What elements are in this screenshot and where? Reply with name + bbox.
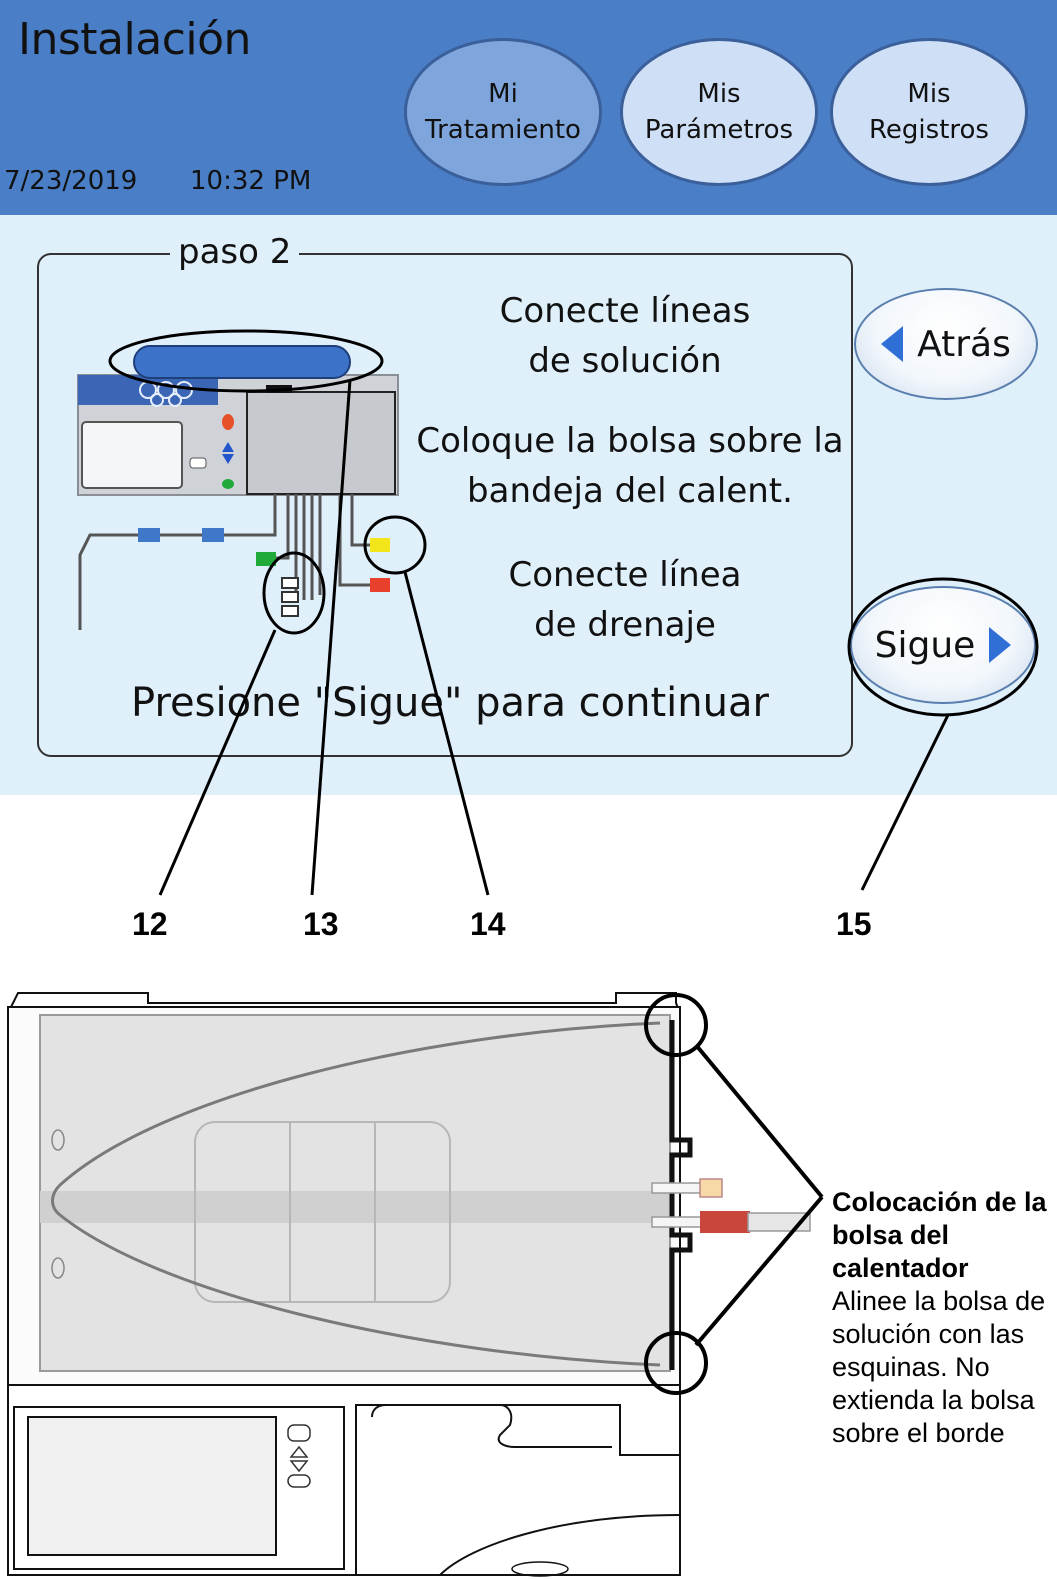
heater-tray-icon	[7, 992, 824, 1577]
callout-lines	[108, 329, 1039, 896]
caption-body: Alinee la bolsa de solución con las esqu…	[832, 1286, 1046, 1448]
callout-number: 12	[132, 906, 168, 942]
callout-number: 14	[470, 906, 506, 942]
bag-placement-caption: Colocación de la bolsa del calentador Al…	[832, 1186, 1057, 1450]
caption-title: Colocación de la bolsa del calentador	[832, 1187, 1047, 1283]
callout-circle-13	[108, 329, 384, 393]
callout-circle-14	[363, 515, 427, 575]
callout-number: 15	[836, 906, 872, 942]
callout-number: 13	[303, 906, 339, 942]
callout-circle-12	[262, 551, 326, 635]
callout-circle-15	[847, 577, 1039, 717]
